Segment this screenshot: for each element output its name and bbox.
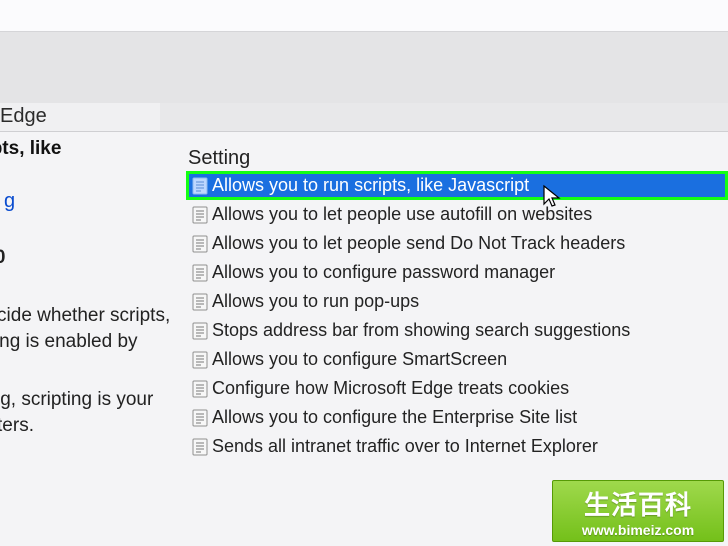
setting-row[interactable]: Allows you to run pop-ups: [186, 287, 728, 316]
setting-row[interactable]: Allows you to let people send Do Not Tra…: [186, 229, 728, 258]
setting-list: Allows you to run scripts, like Javascri…: [186, 171, 728, 461]
tab-label: Edge: [0, 103, 47, 128]
details-link[interactable]: g: [4, 190, 180, 213]
details-desc-1: you decide whether scripts, like etting …: [0, 303, 172, 355]
setting-row[interactable]: Allows you to configure SmartScreen: [186, 345, 728, 374]
setting-row[interactable]: Stops address bar from showing search su…: [186, 316, 728, 345]
setting-row-label: Allows you to let people use autofill on…: [212, 204, 728, 225]
policy-icon: [186, 379, 212, 399]
setting-row[interactable]: Allows you to let people use autofill on…: [186, 200, 728, 229]
policy-icon: [186, 408, 212, 428]
policy-icon: [186, 234, 212, 254]
setting-row-label: Stops address bar from showing search su…: [212, 320, 728, 341]
setting-row[interactable]: Sends all intranet traffic over to Inter…: [186, 432, 728, 461]
setting-row-label: Allows you to run pop-ups: [212, 291, 728, 312]
policy-icon: [186, 437, 212, 457]
header-band: [0, 32, 728, 103]
setting-row-label: Allows you to configure the Enterprise S…: [212, 407, 728, 428]
policy-icon: [186, 321, 212, 341]
setting-row-label: Configure how Microsoft Edge treats cook…: [212, 378, 728, 399]
setting-column-header: Setting: [188, 147, 250, 170]
setting-row-label: Allows you to configure SmartScreen: [212, 349, 728, 370]
policy-icon: [186, 205, 212, 225]
setting-row-label: Allows you to configure password manager: [212, 262, 728, 283]
details-desc-2: s setting, scripting is your computers.: [0, 387, 172, 439]
policy-icon: [186, 292, 212, 312]
policy-icon: [186, 263, 212, 283]
watermark-url: www.bimeiz.com: [582, 522, 694, 538]
setting-row[interactable]: Allows you to configure the Enterprise S…: [186, 403, 728, 432]
setting-row-label: Allows you to run scripts, like Javascri…: [212, 175, 728, 196]
watermark-text: 生活百科: [584, 485, 692, 522]
setting-row[interactable]: Configure how Microsoft Edge treats cook…: [186, 374, 728, 403]
setting-row[interactable]: Allows you to run scripts, like Javascri…: [186, 171, 728, 200]
tab-edge[interactable]: Edge: [0, 103, 160, 131]
details-version: dge 1.0: [0, 245, 172, 271]
watermark-badge: 生活百科 www.bimeiz.com: [552, 480, 724, 542]
setting-row-label: Allows you to let people send Do Not Tra…: [212, 233, 728, 254]
policy-icon: [186, 350, 212, 370]
details-heading: n scripts, like: [0, 138, 170, 160]
setting-row-label: Sends all intranet traffic over to Inter…: [212, 436, 728, 457]
policy-icon: [186, 176, 212, 196]
top-bar: [0, 0, 728, 32]
left-details-pane: n scripts, like g dge 1.0 you decide whe…: [0, 138, 180, 439]
setting-row[interactable]: Allows you to configure password manager: [186, 258, 728, 287]
